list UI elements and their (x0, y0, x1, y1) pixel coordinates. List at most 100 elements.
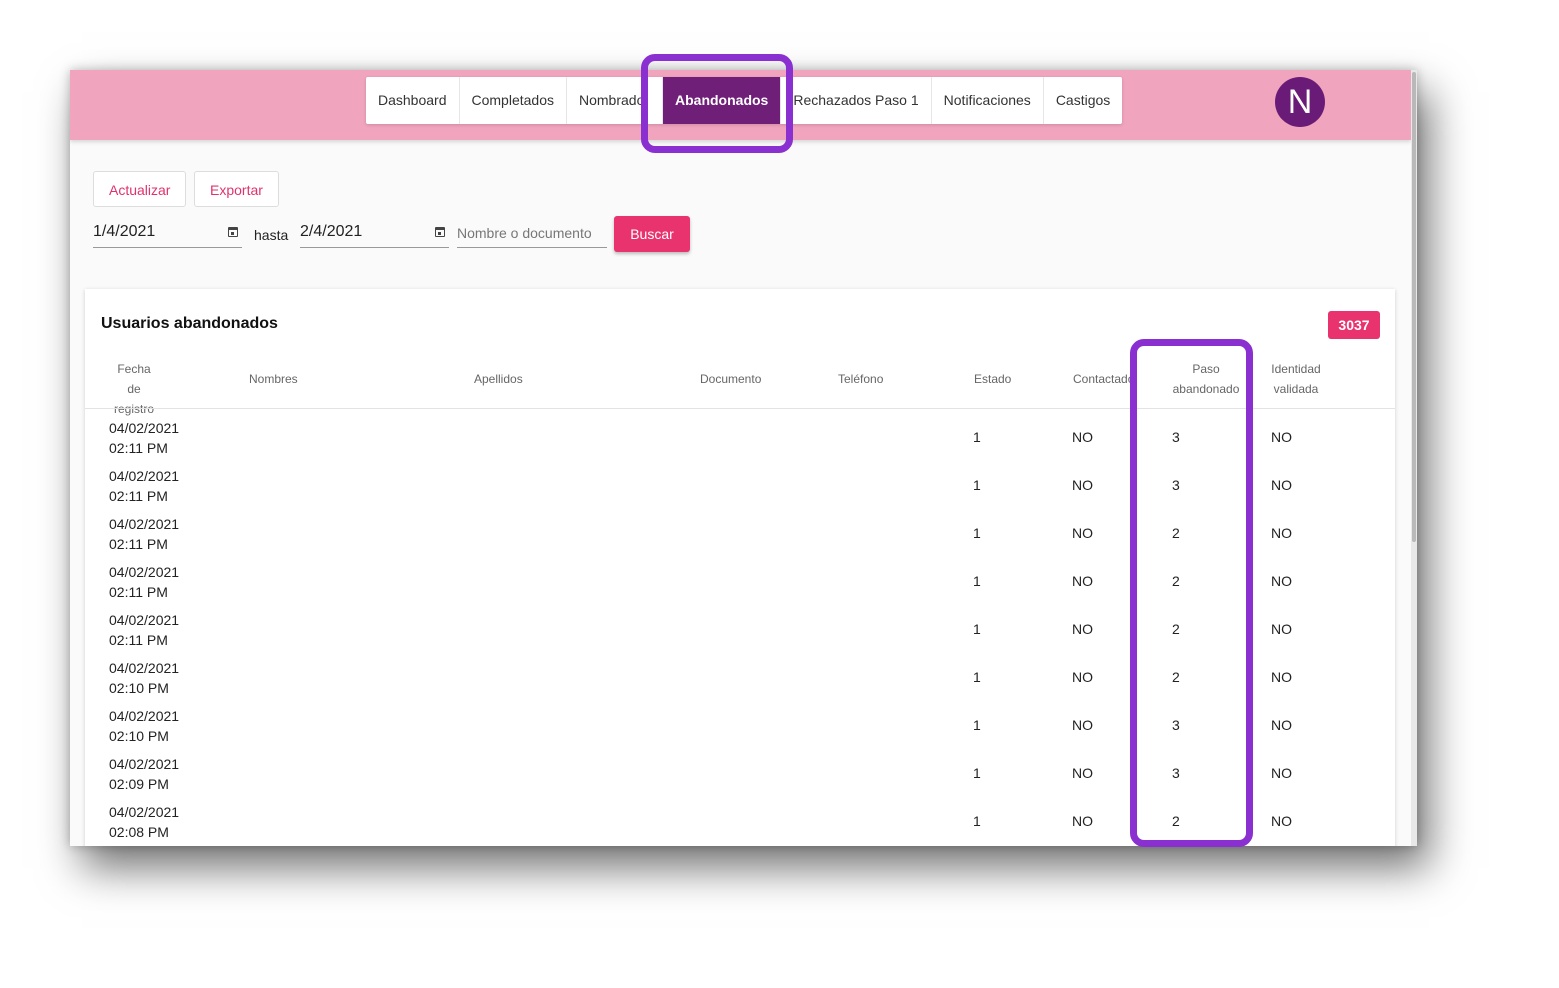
column-header-paso[interactable]: Paso abandonado (1171, 359, 1241, 399)
header-line-1: Identidad (1271, 362, 1321, 376)
table-row[interactable]: 04/02/2021 02:11 PM 1 NO 2 NO (85, 606, 1395, 654)
fecha-cell: 04/02/2021 02:11 PM (109, 562, 179, 602)
search-button[interactable]: Buscar (614, 216, 690, 252)
scrollbar-thumb[interactable] (1412, 72, 1416, 542)
search-input[interactable] (457, 218, 607, 248)
fecha-time: 02:11 PM (109, 632, 168, 648)
fecha-time: 02:10 PM (109, 728, 169, 744)
table-row[interactable]: 04/02/2021 02:10 PM 1 NO 3 NO (85, 702, 1395, 750)
column-header-telefono[interactable]: Teléfono (838, 369, 883, 389)
contactado-cell: NO (1072, 717, 1093, 733)
fecha-cell: 04/02/2021 02:11 PM (109, 610, 179, 650)
table-row[interactable]: 04/02/2021 02:11 PM 1 NO 3 NO (85, 462, 1395, 510)
date-to-field[interactable]: 2/4/2021 (300, 218, 449, 248)
contactado-cell: NO (1072, 477, 1093, 493)
top-navbar: Dashboard Completados Nombrado Abandonad… (70, 70, 1411, 140)
fecha-cell: 04/02/2021 02:11 PM (109, 514, 179, 554)
identidad-cell: NO (1271, 813, 1292, 829)
calendar-icon[interactable] (228, 227, 238, 237)
fecha-time: 02:09 PM (109, 776, 169, 792)
tab-dashboard[interactable]: Dashboard (366, 77, 460, 124)
column-header-identidad[interactable]: Identidad validada (1271, 359, 1321, 399)
tab-abandonados[interactable]: Abandonados (663, 77, 782, 124)
estado-cell: 1 (973, 429, 981, 445)
table-row[interactable]: 04/02/2021 02:09 PM 1 NO 3 NO (85, 750, 1395, 798)
column-header-fecha[interactable]: Fecha de registro (109, 359, 159, 419)
contactado-cell: NO (1072, 813, 1093, 829)
identidad-cell: NO (1271, 621, 1292, 637)
tab-castigos[interactable]: Castigos (1044, 77, 1122, 124)
paso-cell: 3 (1172, 717, 1180, 733)
paso-cell: 2 (1172, 669, 1180, 685)
fecha-cell: 04/02/2021 02:10 PM (109, 706, 179, 746)
fecha-time: 02:11 PM (109, 536, 168, 552)
column-header-documento[interactable]: Documento (700, 369, 761, 389)
identidad-cell: NO (1271, 477, 1292, 493)
date-from-field[interactable]: 1/4/2021 (93, 218, 242, 248)
contactado-cell: NO (1072, 669, 1093, 685)
refresh-button[interactable]: Actualizar (93, 171, 187, 207)
fecha-cell: 04/02/2021 02:11 PM (109, 418, 179, 458)
table-title: Usuarios abandonados (101, 315, 278, 332)
date-range-separator: hasta (254, 227, 289, 243)
fecha-date: 04/02/2021 (109, 804, 180, 820)
paso-cell: 2 (1172, 573, 1180, 589)
fecha-time: 02:11 PM (109, 488, 168, 504)
vertical-scrollbar[interactable] (1411, 70, 1417, 846)
estado-cell: 1 (973, 573, 981, 589)
fecha-time: 02:11 PM (109, 584, 168, 600)
fecha-date: 04/02/2021 (109, 420, 180, 436)
paso-cell: 2 (1172, 621, 1180, 637)
tab-completados[interactable]: Completados (460, 77, 567, 124)
fecha-cell: 04/02/2021 02:11 PM (109, 466, 179, 506)
paso-cell: 2 (1172, 525, 1180, 541)
fecha-cell: 04/02/2021 02:10 PM (109, 658, 179, 698)
contactado-cell: NO (1072, 621, 1093, 637)
fecha-date: 04/02/2021 (109, 564, 180, 580)
identidad-cell: NO (1271, 525, 1292, 541)
date-from-value: 1/4/2021 (93, 223, 156, 240)
table-row[interactable]: 04/02/2021 02:10 PM 1 NO 2 NO (85, 654, 1395, 702)
header-line-1: Paso (1192, 362, 1220, 376)
column-header-apellidos[interactable]: Apellidos (474, 369, 523, 389)
fecha-date: 04/02/2021 (109, 468, 180, 484)
paso-cell: 2 (1172, 813, 1180, 829)
contactado-cell: NO (1072, 429, 1093, 445)
identidad-cell: NO (1271, 573, 1292, 589)
user-avatar[interactable]: N (1275, 77, 1325, 127)
fecha-date: 04/02/2021 (109, 660, 180, 676)
estado-cell: 1 (973, 669, 981, 685)
contactado-cell: NO (1072, 765, 1093, 781)
table-row[interactable]: 04/02/2021 02:11 PM 1 NO 3 NO (85, 414, 1395, 462)
tab-rechazados-paso-1[interactable]: Rechazados Paso 1 (781, 77, 932, 124)
header-divider (85, 408, 1395, 409)
column-header-contactado[interactable]: Contactado (1073, 369, 1133, 389)
calendar-icon[interactable] (435, 227, 445, 237)
fecha-date: 04/02/2021 (109, 612, 180, 628)
fecha-date: 04/02/2021 (109, 756, 180, 772)
column-header-nombres[interactable]: Nombres (249, 369, 298, 389)
estado-cell: 1 (973, 477, 981, 493)
tab-notificaciones[interactable]: Notificaciones (932, 77, 1044, 124)
identidad-cell: NO (1271, 669, 1292, 685)
nav-tabs: Dashboard Completados Nombrado Abandonad… (366, 77, 1123, 124)
count-badge: 3037 (1328, 311, 1380, 339)
column-header-estado[interactable]: Estado (974, 369, 1011, 389)
table-row[interactable]: 04/02/2021 02:08 PM 1 NO 2 NO (85, 798, 1395, 846)
identidad-cell: NO (1271, 765, 1292, 781)
fecha-cell: 04/02/2021 02:08 PM (109, 802, 179, 842)
fecha-cell: 04/02/2021 02:09 PM (109, 754, 179, 794)
identidad-cell: NO (1271, 717, 1292, 733)
identidad-cell: NO (1271, 429, 1292, 445)
estado-cell: 1 (973, 813, 981, 829)
table-row[interactable]: 04/02/2021 02:11 PM 1 NO 2 NO (85, 510, 1395, 558)
export-button[interactable]: Exportar (194, 171, 279, 207)
estado-cell: 1 (973, 525, 981, 541)
contactado-cell: NO (1072, 573, 1093, 589)
fecha-date: 04/02/2021 (109, 516, 180, 532)
fecha-time: 02:11 PM (109, 440, 168, 456)
estado-cell: 1 (973, 621, 981, 637)
table-row[interactable]: 04/02/2021 02:11 PM 1 NO 2 NO (85, 558, 1395, 606)
tab-nombrado[interactable]: Nombrado (567, 77, 663, 124)
fecha-time: 02:08 PM (109, 824, 169, 840)
